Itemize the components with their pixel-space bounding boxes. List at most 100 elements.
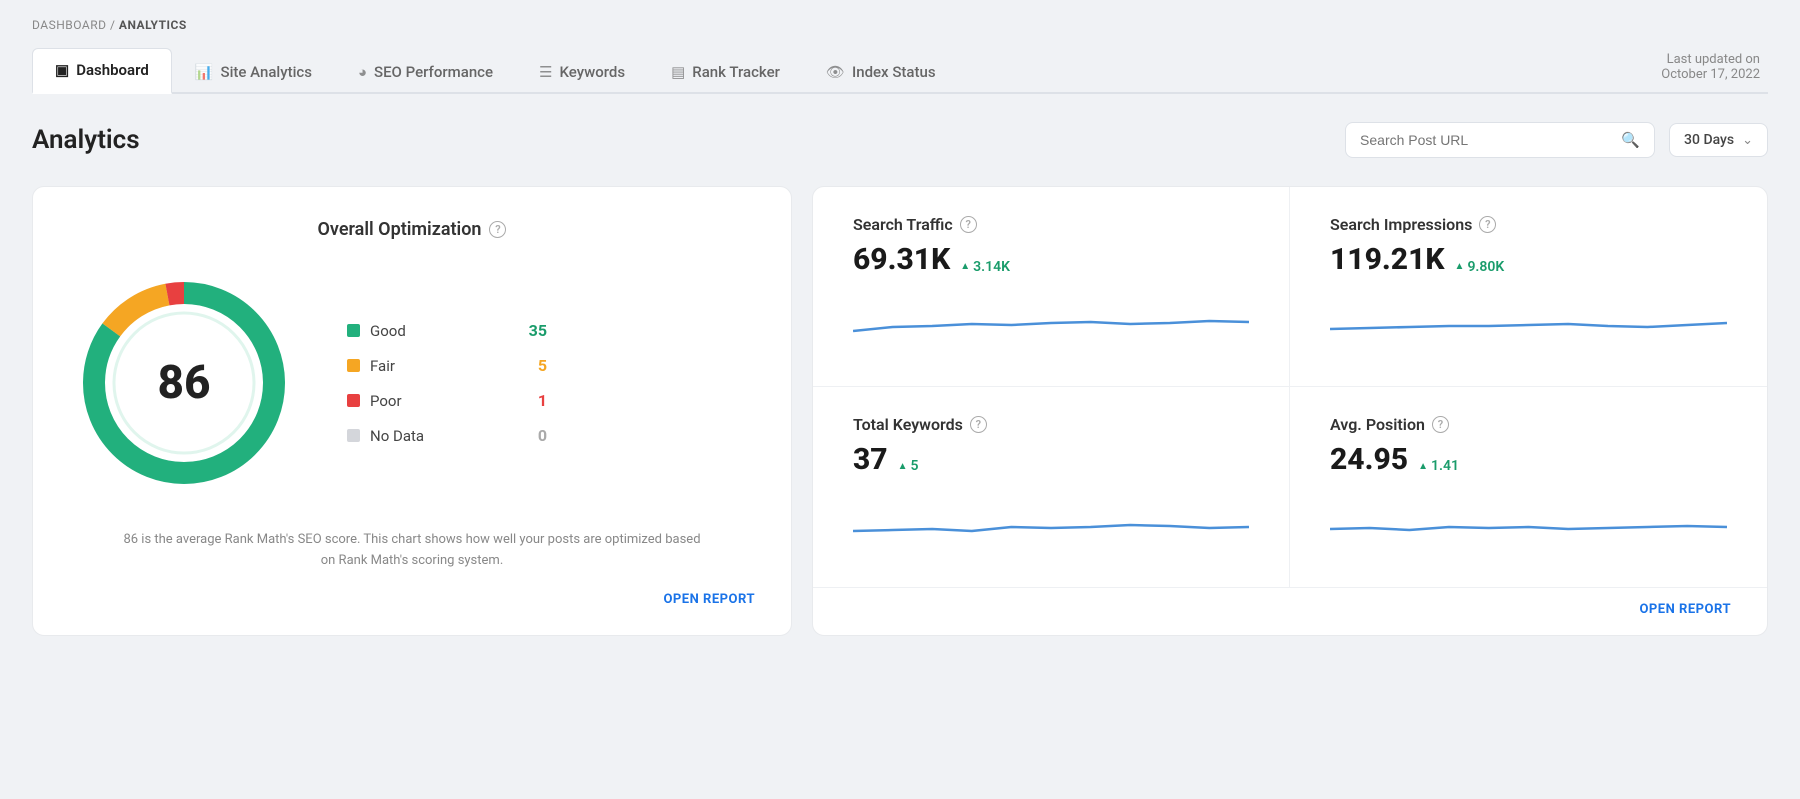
metric-search-impressions: Search Impressions ? 119.21K ▲ 9.80K bbox=[1290, 187, 1767, 387]
legend-label-poor: Poor bbox=[370, 392, 402, 410]
metric-search-traffic-value: 69.31K bbox=[853, 242, 950, 277]
metric-search-traffic-delta-value: 3.14K bbox=[973, 259, 1010, 275]
metrics-card-footer: OPEN REPORT bbox=[813, 587, 1767, 635]
metric-search-traffic-text: Search Traffic bbox=[853, 215, 953, 234]
open-report-right-link[interactable]: OPEN REPORT bbox=[849, 602, 1731, 617]
legend-value-fair: 5 bbox=[538, 356, 547, 375]
legend-dot-poor bbox=[347, 394, 360, 407]
metric-avg-position-value-row: 24.95 ▲ 1.41 bbox=[1330, 442, 1727, 477]
tab-rank-tracker-label: Rank Tracker bbox=[692, 63, 780, 81]
sparkline-search-impressions bbox=[1330, 291, 1727, 339]
metric-search-impressions-value: 119.21K bbox=[1330, 242, 1445, 277]
tab-keywords-label: Keywords bbox=[560, 63, 626, 81]
metric-avg-position-delta: ▲ 1.41 bbox=[1418, 458, 1459, 474]
legend-item-good: Good 35 bbox=[347, 321, 547, 340]
sparkline-total-keywords bbox=[853, 491, 1249, 539]
last-updated-label: Last updated on bbox=[1667, 52, 1760, 67]
tab-rank-tracker[interactable]: ▤ Rank Tracker bbox=[648, 50, 803, 94]
legend-dot-fair bbox=[347, 359, 360, 372]
search-traffic-help-icon[interactable]: ? bbox=[960, 216, 977, 233]
metric-avg-position-value: 24.95 bbox=[1330, 442, 1408, 477]
metric-search-impressions-delta-value: 9.80K bbox=[1467, 259, 1504, 275]
tabs-container: ▣ Dashboard 📊 Site Analytics ◕ SEO Perfo… bbox=[32, 46, 959, 92]
list-icon: ☰ bbox=[539, 63, 552, 81]
metric-search-traffic: Search Traffic ? 69.31K ▲ 3.14K bbox=[813, 187, 1290, 387]
analytics-header: Analytics 🔍 30 Days ⌄ bbox=[32, 122, 1768, 158]
donut-score: 86 bbox=[157, 356, 210, 410]
breadcrumb: DASHBOARD / ANALYTICS bbox=[32, 18, 1768, 32]
breadcrumb-prefix: DASHBOARD bbox=[32, 18, 106, 32]
metric-search-traffic-label: Search Traffic ? bbox=[853, 215, 1249, 234]
delta-arrow-up-3: ▲ bbox=[898, 461, 908, 472]
tab-dashboard-label: Dashboard bbox=[76, 61, 149, 79]
legend-label-nodata: No Data bbox=[370, 427, 424, 445]
metric-total-keywords-delta-value: 5 bbox=[911, 458, 919, 474]
donut-chart: 86 bbox=[69, 268, 299, 498]
optimization-title: Overall Optimization ? bbox=[318, 219, 507, 240]
monitor-icon: ▣ bbox=[55, 61, 69, 79]
legend-value-good: 35 bbox=[529, 321, 547, 340]
total-keywords-help-icon[interactable]: ? bbox=[970, 416, 987, 433]
legend-value-nodata: 0 bbox=[538, 426, 547, 445]
metric-total-keywords-delta: ▲ 5 bbox=[898, 458, 919, 474]
metric-search-traffic-delta: ▲ 3.14K bbox=[960, 259, 1010, 275]
cards-row: Overall Optimization ? bbox=[32, 186, 1768, 636]
metric-avg-position-delta-value: 1.41 bbox=[1431, 458, 1459, 474]
days-dropdown[interactable]: 30 Days ⌄ bbox=[1669, 123, 1768, 157]
search-impressions-help-icon[interactable]: ? bbox=[1479, 216, 1496, 233]
legend-item-nodata: No Data 0 bbox=[347, 426, 547, 445]
metric-avg-position-label: Avg. Position ? bbox=[1330, 415, 1727, 434]
page-title: Analytics bbox=[32, 125, 140, 155]
metrics-grid: Search Traffic ? 69.31K ▲ 3.14K bbox=[813, 187, 1767, 587]
gauge-icon: ◕ bbox=[358, 63, 367, 81]
optimization-note: 86 is the average Rank Math's SEO score.… bbox=[122, 530, 702, 572]
chart-icon: 📊 bbox=[195, 63, 214, 81]
metric-total-keywords: Total Keywords ? 37 ▲ 5 bbox=[813, 387, 1290, 587]
chevron-down-icon: ⌄ bbox=[1742, 133, 1753, 148]
optimization-legend: Good 35 Fair 5 Poor bbox=[347, 321, 547, 445]
tab-keywords[interactable]: ☰ Keywords bbox=[516, 50, 648, 94]
tab-site-analytics[interactable]: 📊 Site Analytics bbox=[172, 50, 335, 94]
open-report-left-link[interactable]: OPEN REPORT bbox=[69, 592, 755, 607]
tab-site-analytics-label: Site Analytics bbox=[220, 63, 311, 81]
analytics-controls: 🔍 30 Days ⌄ bbox=[1345, 122, 1768, 158]
optimization-body: 86 Good 35 Fair bbox=[69, 268, 755, 498]
optimization-card: Overall Optimization ? bbox=[32, 186, 792, 636]
delta-arrow-up-2: ▲ bbox=[1455, 261, 1465, 272]
legend-item-fair: Fair 5 bbox=[347, 356, 547, 375]
tab-seo-performance[interactable]: ◕ SEO Performance bbox=[335, 50, 516, 94]
monitor2-icon: ▤ bbox=[671, 63, 685, 81]
delta-arrow-up-4: ▲ bbox=[1418, 461, 1428, 472]
legend-label-fair: Fair bbox=[370, 357, 395, 375]
metric-total-keywords-text: Total Keywords bbox=[853, 415, 963, 434]
optimization-help-icon[interactable]: ? bbox=[489, 221, 506, 238]
tabs-row: ▣ Dashboard 📊 Site Analytics ◕ SEO Perfo… bbox=[32, 46, 1768, 94]
legend-dot-nodata bbox=[347, 429, 360, 442]
legend-label-good: Good bbox=[370, 322, 406, 340]
tab-dashboard[interactable]: ▣ Dashboard bbox=[32, 48, 172, 94]
tab-index-status-label: Index Status bbox=[852, 63, 936, 81]
metric-search-impressions-value-row: 119.21K ▲ 9.80K bbox=[1330, 242, 1727, 277]
metric-search-impressions-label: Search Impressions ? bbox=[1330, 215, 1727, 234]
optimization-title-text: Overall Optimization bbox=[318, 219, 482, 240]
legend-value-poor: 1 bbox=[538, 391, 547, 410]
sparkline-avg-position bbox=[1330, 491, 1727, 539]
legend-dot-good bbox=[347, 324, 360, 337]
tab-index-status[interactable]: 👁 Index Status bbox=[803, 50, 959, 94]
avg-position-help-icon[interactable]: ? bbox=[1432, 416, 1449, 433]
search-url-input[interactable] bbox=[1360, 132, 1613, 148]
days-dropdown-label: 30 Days bbox=[1684, 132, 1734, 148]
delta-arrow-up: ▲ bbox=[960, 261, 970, 272]
metric-search-traffic-value-row: 69.31K ▲ 3.14K bbox=[853, 242, 1249, 277]
metrics-card: Search Traffic ? 69.31K ▲ 3.14K bbox=[812, 186, 1768, 636]
legend-item-poor: Poor 1 bbox=[347, 391, 547, 410]
metric-search-impressions-delta: ▲ 9.80K bbox=[1455, 259, 1505, 275]
metric-avg-position: Avg. Position ? 24.95 ▲ 1.41 bbox=[1290, 387, 1767, 587]
search-icon: 🔍 bbox=[1621, 131, 1640, 149]
breadcrumb-current: ANALYTICS bbox=[119, 18, 187, 32]
search-url-field[interactable]: 🔍 bbox=[1345, 122, 1655, 158]
metric-total-keywords-label: Total Keywords ? bbox=[853, 415, 1249, 434]
metric-avg-position-text: Avg. Position bbox=[1330, 415, 1425, 434]
metric-search-impressions-text: Search Impressions bbox=[1330, 215, 1472, 234]
tab-seo-performance-label: SEO Performance bbox=[374, 63, 493, 81]
